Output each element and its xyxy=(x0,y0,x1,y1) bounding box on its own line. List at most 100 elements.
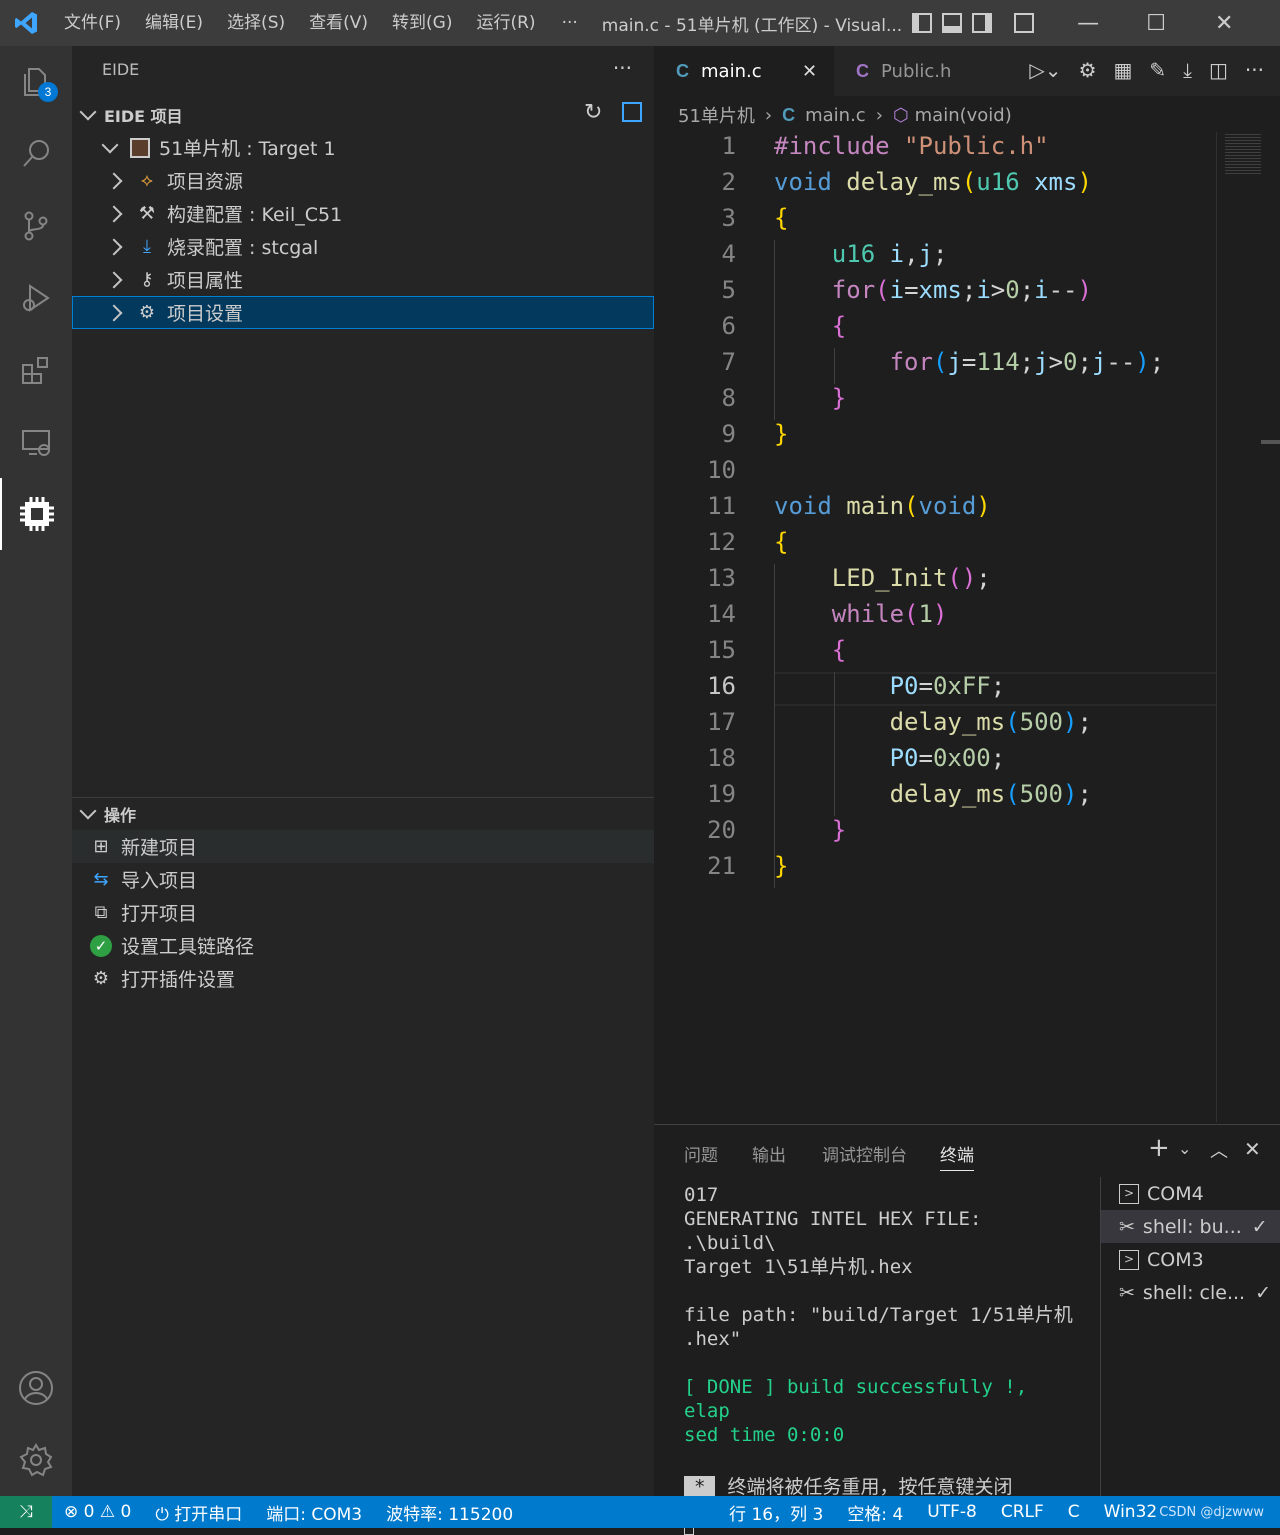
build-gear-icon[interactable]: ⚙ xyxy=(1079,58,1097,82)
open-serial-label: 打开串口 xyxy=(174,1504,243,1525)
op-open-plugin-settings[interactable]: ⚙ 打开插件设置 xyxy=(72,962,654,995)
end-of-line[interactable]: CRLF xyxy=(989,1502,1056,1522)
breadcrumb-folder[interactable]: 51单片机 xyxy=(678,102,755,128)
project-root-node[interactable]: 51单片机 : Target 1 xyxy=(72,131,654,164)
line-number: 18 xyxy=(707,744,736,772)
op-set-toolchain-path[interactable]: ✓ 设置工具链路径 xyxy=(72,929,654,962)
toggle-panel-icon[interactable] xyxy=(942,13,963,33)
line-number: 10 xyxy=(707,456,736,484)
terminal-item-com4[interactable]: > COM4 xyxy=(1101,1177,1280,1210)
line-number: 6 xyxy=(721,312,736,340)
code-line: for(i=xms;i>0;i--) xyxy=(831,276,1092,304)
split-editor-icon[interactable]: ◫ xyxy=(1209,58,1228,82)
minimap[interactable] xyxy=(1216,132,1280,1122)
tree-item-project-settings[interactable]: ⚙ 项目设置 xyxy=(72,296,654,329)
refresh-icon[interactable]: ↻ xyxy=(584,100,602,125)
flash-download-icon[interactable]: ⤓ xyxy=(1183,58,1192,82)
open-project-window-icon[interactable] xyxy=(622,102,642,122)
code-editor[interactable]: 1 2 3 4 5 6 7 8 9 10 11 12 13 14 15 16 17 18 19 20 21 #inclu… xyxy=(654,132,1216,1122)
clean-icon[interactable]: ✎ xyxy=(1149,58,1166,82)
accounts-icon[interactable] xyxy=(0,1352,72,1424)
open-serial-button[interactable]: ⏻ 打开串口 xyxy=(143,1500,254,1525)
sidebar-more-button[interactable]: ··· xyxy=(613,56,632,80)
run-debug-icon[interactable] xyxy=(0,262,72,334)
baud-rate[interactable]: 波特率: 115200 xyxy=(374,1500,525,1525)
terminal-icon: > xyxy=(1119,1183,1139,1204)
encoding[interactable]: UTF-8 xyxy=(915,1502,989,1522)
minimize-button[interactable]: — xyxy=(1054,0,1122,46)
operations-section-header[interactable]: 操作 xyxy=(72,798,654,830)
terminal-item-shell-build[interactable]: ✂ shell: bu... ✓ xyxy=(1101,1210,1280,1243)
tab-output[interactable]: 输出 xyxy=(752,1141,786,1166)
run-dropdown-icon[interactable]: ▷⌄ xyxy=(1029,58,1061,82)
menu-run[interactable]: 运行(R) xyxy=(464,0,547,46)
serial-port[interactable]: 端口: COM3 xyxy=(254,1500,374,1525)
toggle-sidebar-icon[interactable] xyxy=(912,13,933,33)
close-window-button[interactable]: ✕ xyxy=(1190,0,1258,46)
remote-explorer-icon[interactable] xyxy=(0,406,72,478)
terminal-item-label: shell: cle... xyxy=(1142,1281,1246,1304)
tree-item-label: 构建配置 : Keil_C51 xyxy=(167,204,343,226)
line-number: 9 xyxy=(721,420,736,448)
menu-go[interactable]: 转到(G) xyxy=(380,0,464,46)
op-label: 打开插件设置 xyxy=(121,969,236,991)
customize-layout-icon[interactable] xyxy=(1014,13,1035,33)
maximize-panel-icon[interactable]: ︿ xyxy=(1210,1137,1228,1163)
source-control-icon[interactable] xyxy=(0,190,72,262)
op-open-project[interactable]: ⧉ 打开项目 xyxy=(72,896,654,929)
close-panel-icon[interactable]: ✕ xyxy=(1244,1137,1261,1161)
tab-public-h[interactable]: C Public.h xyxy=(834,46,974,96)
tree-item-flash-config[interactable]: ⤓ 烧录配置 : stcgal xyxy=(72,230,654,263)
menu-selection[interactable]: 选择(S) xyxy=(215,0,297,46)
new-terminal-icon[interactable]: + xyxy=(1148,1133,1170,1163)
maximize-button[interactable]: ☐ xyxy=(1122,0,1190,46)
tab-main-c[interactable]: C main.c ✕ xyxy=(654,46,834,96)
terminal-item-shell-clean[interactable]: ✂ shell: cle... ✓ xyxy=(1101,1276,1280,1309)
breadcrumb-file[interactable]: main.c xyxy=(805,105,866,126)
menu-more-button[interactable]: ··· xyxy=(548,13,592,33)
tree-item-label: 项目资源 xyxy=(167,171,244,193)
tree-item-project-properties[interactable]: ⚷ 项目属性 xyxy=(72,263,654,296)
code-line: { xyxy=(774,528,789,556)
menu-file[interactable]: 文件(F) xyxy=(52,0,133,46)
tab-terminal[interactable]: 终端 xyxy=(940,1141,974,1171)
chevron-down-icon[interactable]: ⌄ xyxy=(1178,1139,1191,1158)
problems-indicator[interactable]: ⊗ 0 ⚠ 0 xyxy=(52,1502,143,1522)
op-import-project[interactable]: ⇆ 导入项目 xyxy=(72,863,654,896)
tree-item-build-config[interactable]: ⚒ 构建配置 : Keil_C51 xyxy=(72,197,654,230)
terminal-output[interactable]: 017 GENERATING INTEL HEX FILE: .\build\ … xyxy=(684,1183,1084,1535)
c-file-icon: C xyxy=(782,104,796,125)
editor-more-icon[interactable]: ··· xyxy=(1245,58,1264,82)
warning-icon: ⚠ xyxy=(99,1502,116,1522)
explorer-icon[interactable]: 3 xyxy=(0,46,72,118)
toggle-secondary-sidebar-icon[interactable] xyxy=(972,13,993,33)
op-label: 设置工具链路径 xyxy=(121,936,255,958)
terminal-item-label: shell: bu... xyxy=(1142,1215,1242,1238)
op-new-project[interactable]: ⊞ 新建项目 xyxy=(72,830,654,863)
line-number: 21 xyxy=(707,852,736,880)
menu-edit[interactable]: 编辑(E) xyxy=(133,0,215,46)
tab-problems[interactable]: 问题 xyxy=(684,1141,718,1166)
platform[interactable]: Win32 xyxy=(1092,1502,1160,1522)
manage-gear-icon[interactable] xyxy=(0,1424,72,1496)
cursor-position[interactable]: 行 16，列 3 xyxy=(717,1500,835,1525)
breadcrumb-symbol[interactable]: main(void) xyxy=(915,105,1012,126)
terminal-item-com3[interactable]: > COM3 xyxy=(1101,1243,1280,1276)
close-tab-icon[interactable]: ✕ xyxy=(802,61,817,82)
code-line: while(1) xyxy=(831,600,948,628)
remote-indicator-icon[interactable]: ⤨ xyxy=(0,1496,52,1528)
language-mode[interactable]: C xyxy=(1056,1502,1092,1522)
menu-view[interactable]: 查看(V) xyxy=(297,0,380,46)
search-icon[interactable] xyxy=(0,118,72,190)
extensions-icon[interactable] xyxy=(0,334,72,406)
code-line: { xyxy=(774,204,789,232)
operations-section-title: 操作 xyxy=(104,806,137,825)
indentation[interactable]: 空格: 4 xyxy=(835,1500,915,1525)
eide-chip-icon[interactable] xyxy=(0,478,72,550)
line-number: 2 xyxy=(721,168,736,196)
chevron-right-icon xyxy=(105,238,123,255)
tab-debug-console[interactable]: 调试控制台 xyxy=(822,1141,907,1166)
eide-project-section-header[interactable]: EIDE 项目 xyxy=(72,99,654,131)
tree-item-project-resources[interactable]: ⟡ 项目资源 xyxy=(72,164,654,197)
rebuild-icon[interactable]: ▦ xyxy=(1114,58,1133,82)
